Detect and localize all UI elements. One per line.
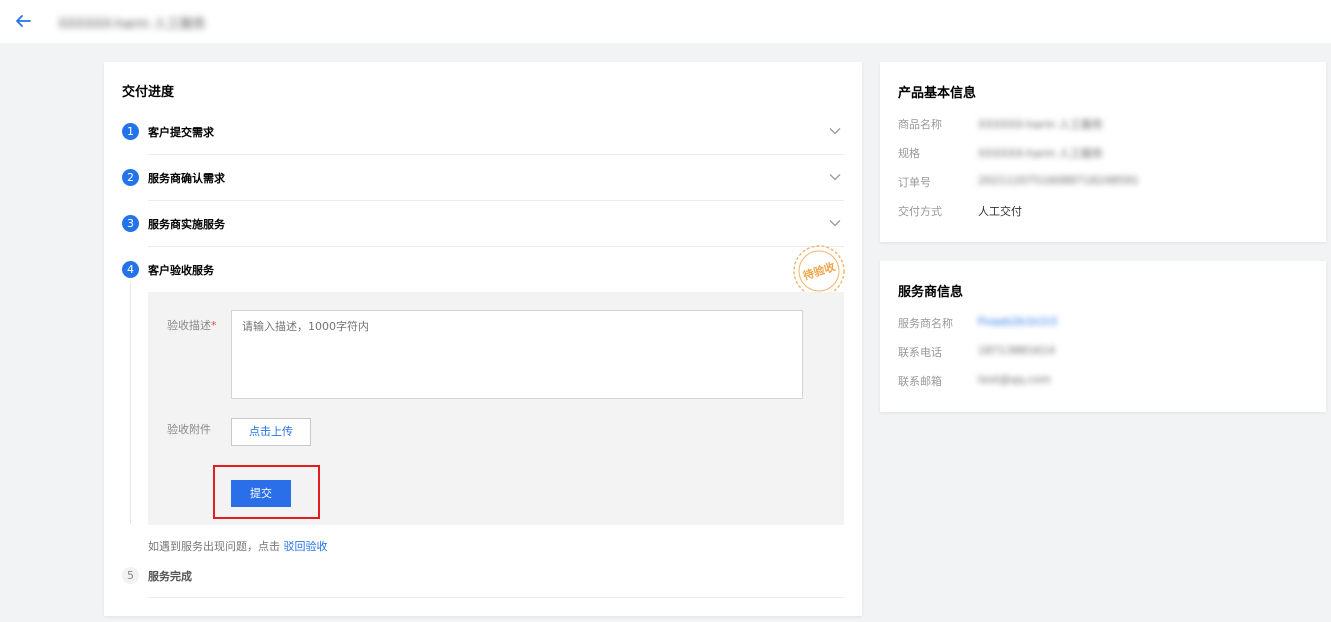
step-label: 服务商实施服务 — [148, 218, 225, 231]
info-row-product-name: 商品名称 XXXXXX-harm 人工服务 — [898, 118, 1103, 131]
info-row-phone: 联系电话 18713881614 — [898, 344, 1055, 359]
arrow-left-icon[interactable] — [14, 12, 32, 30]
step-2[interactable]: 2 服务商确认需求 — [122, 167, 844, 191]
step-label: 客户提交需求 — [148, 126, 214, 139]
delivery-progress-card: 交付进度 1 客户提交需求 2 服务商确认需求 3 服务商实施服务 4 客户验收… — [104, 62, 862, 616]
provider-info-card: 服务商信息 服务商名称 Pxaab2b1k1t3 联系电话 1871388161… — [880, 261, 1326, 412]
description-input[interactable] — [231, 310, 803, 399]
step-number: 5 — [122, 567, 139, 584]
upload-button[interactable]: 点击上传 — [231, 418, 311, 446]
step-number: 4 — [122, 261, 139, 278]
acceptance-form: 验收描述* 验收附件 点击上传 提交 — [148, 292, 844, 525]
top-bar: XXXXXX-harm 人工服务 — [0, 0, 1331, 43]
info-row-email: 联系邮箱 test@qq.com — [898, 373, 1052, 388]
step-number: 2 — [122, 169, 139, 186]
reject-acceptance-link[interactable]: 驳回验收 — [284, 540, 328, 553]
step-number: 1 — [122, 123, 139, 140]
step-4: 4 客户验收服务 — [122, 259, 844, 283]
provider-info-title: 服务商信息 — [898, 285, 964, 300]
step-3[interactable]: 3 服务商实施服务 — [122, 213, 844, 237]
step-label: 客户验收服务 — [148, 264, 214, 277]
stamp-text: 待验收 — [800, 259, 837, 283]
desc-label: 验收描述* — [167, 319, 217, 332]
step-number: 3 — [122, 215, 139, 232]
required-mark: * — [211, 319, 217, 332]
product-info-card: 产品基本信息 商品名称 XXXXXX-harm 人工服务 规格 XXXXXX-h… — [880, 62, 1326, 242]
step-connector — [130, 282, 131, 524]
chevron-down-icon[interactable] — [829, 217, 841, 229]
info-row-order-number: 订单号 20211207516088718248591 — [898, 174, 1139, 189]
product-info-title: 产品基本信息 — [898, 86, 977, 101]
chevron-down-icon[interactable] — [829, 171, 841, 183]
progress-title: 交付进度 — [122, 85, 175, 100]
step-label: 服务完成 — [148, 570, 192, 583]
chevron-down-icon[interactable] — [829, 125, 841, 137]
divider — [148, 200, 844, 201]
step-5: 5 服务完成 — [122, 565, 844, 589]
attachment-label: 验收附件 — [167, 423, 211, 436]
info-row-delivery-method: 交付方式 人工交付 — [898, 205, 1022, 218]
divider — [148, 597, 844, 598]
divider — [148, 154, 844, 155]
step-1[interactable]: 1 客户提交需求 — [122, 121, 844, 145]
info-row-spec: 规格 XXXXXX-harm 人工服务 — [898, 147, 1103, 160]
step-label: 服务商确认需求 — [148, 172, 225, 185]
help-text: 如遇到服务出现问题，点击 驳回验收 — [148, 540, 328, 553]
submit-button[interactable]: 提交 — [231, 480, 291, 507]
provider-name-link[interactable]: Pxaab2b1k1t3 — [978, 315, 1057, 328]
info-row-provider-name: 服务商名称 Pxaab2b1k1t3 — [898, 315, 1058, 330]
page-title: XXXXXX-harm 人工服务 — [58, 17, 206, 32]
divider — [148, 246, 844, 247]
